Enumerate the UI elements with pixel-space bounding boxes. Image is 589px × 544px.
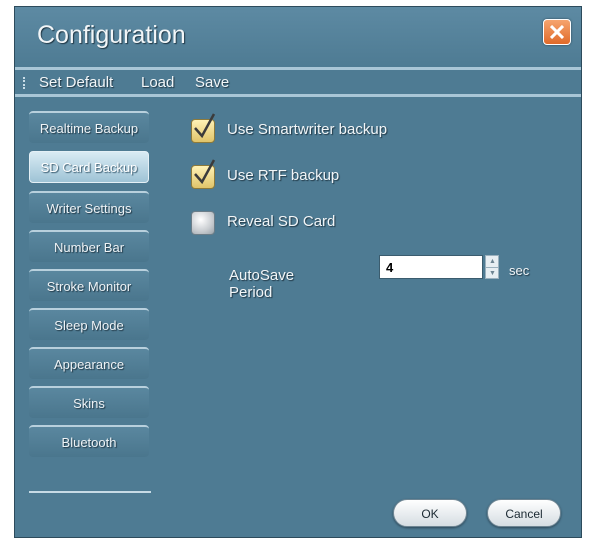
option-label: Reveal SD Card — [227, 213, 336, 230]
sidebar-item-bluetooth[interactable]: Bluetooth — [29, 425, 149, 457]
settings-sidebar: Realtime Backup SD Card Backup Writer Se… — [29, 105, 151, 493]
checkbox-unchecked-icon[interactable] — [191, 211, 215, 235]
sidebar-item-number-bar[interactable]: Number Bar — [29, 230, 149, 262]
close-button[interactable] — [543, 19, 571, 45]
menu-save[interactable]: Save — [195, 74, 229, 91]
ok-button[interactable]: OK — [393, 499, 467, 527]
menu-bar: Set Default Load Save — [15, 67, 581, 97]
checkmark-icon — [194, 159, 216, 185]
spin-down-icon[interactable]: ▼ — [486, 267, 498, 278]
checkbox-checked-icon[interactable] — [191, 113, 216, 143]
sidebar-item-stroke-monitor[interactable]: Stroke Monitor — [29, 269, 149, 301]
autosave-period-input[interactable] — [379, 255, 483, 279]
window-title: Configuration — [37, 21, 186, 49]
option-label: Use RTF backup — [227, 167, 340, 184]
autosave-unit-label: sec — [509, 263, 530, 278]
option-label: Use Smartwriter backup — [227, 121, 388, 138]
title-bar: Configuration — [15, 7, 581, 67]
close-icon — [550, 25, 564, 39]
menu-load[interactable]: Load — [141, 74, 174, 91]
sidebar-item-sd-card-backup[interactable]: SD Card Backup — [29, 151, 149, 183]
checkbox-checked-icon[interactable] — [191, 159, 216, 189]
sidebar-item-appearance[interactable]: Appearance — [29, 347, 149, 379]
checkmark-icon — [194, 113, 216, 139]
sidebar-item-realtime-backup[interactable]: Realtime Backup — [29, 111, 149, 143]
menu-set-default[interactable]: Set Default — [39, 74, 113, 91]
autosave-period-label: AutoSave Period — [229, 267, 295, 301]
sidebar-item-sleep-mode[interactable]: Sleep Mode — [29, 308, 149, 340]
autosave-spinner[interactable]: ▲ ▼ — [485, 255, 499, 279]
menu-grip-icon[interactable] — [23, 77, 28, 89]
cancel-button[interactable]: Cancel — [487, 499, 561, 527]
sidebar-item-skins[interactable]: Skins — [29, 386, 149, 418]
spin-up-icon[interactable]: ▲ — [486, 256, 498, 267]
sidebar-item-writer-settings[interactable]: Writer Settings — [29, 191, 149, 223]
configuration-window: Configuration Set Default Load Save Real… — [14, 6, 582, 538]
